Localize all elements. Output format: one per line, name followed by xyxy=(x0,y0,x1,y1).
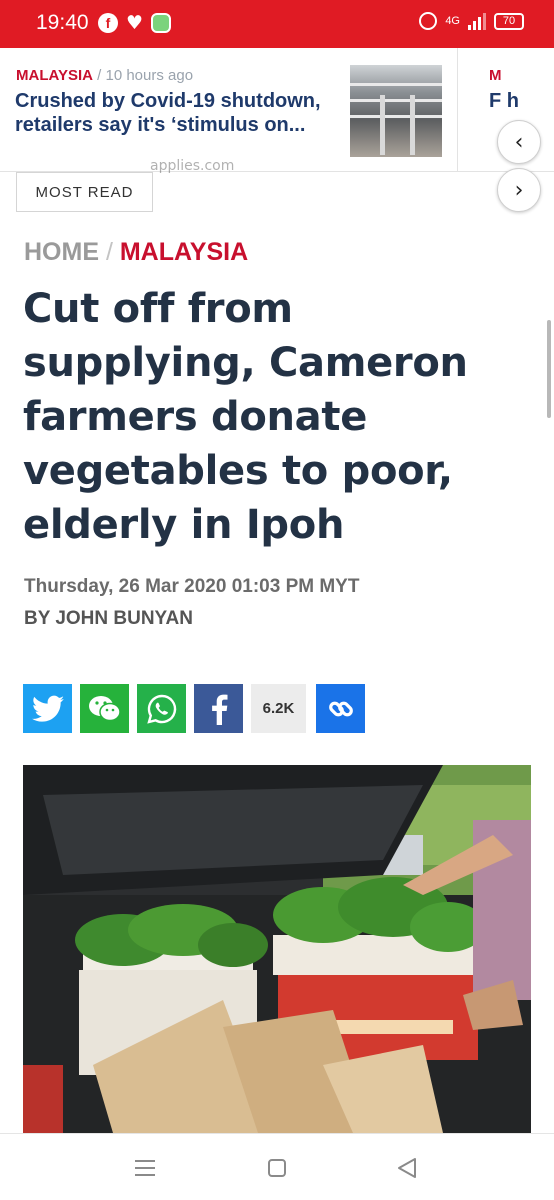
breadcrumb-separator: / xyxy=(105,238,113,266)
facebook-icon xyxy=(211,694,227,725)
wechat-icon xyxy=(88,695,121,721)
alarm-icon xyxy=(419,12,438,30)
article-date: Thursday, 26 Mar 2020 01:03 PM MYT xyxy=(24,576,360,597)
battery-level: 70 xyxy=(494,12,524,30)
message-app-icon xyxy=(151,13,172,33)
home-icon xyxy=(268,1159,286,1177)
scrollbar-thumb[interactable] xyxy=(547,320,551,418)
article-headline: Cut off from supplying, Cameron farmers … xyxy=(23,286,468,548)
whatsapp-icon xyxy=(146,694,176,724)
trending-meta: MALAYSIA / 10 hours ago xyxy=(16,67,193,84)
breadcrumb-category[interactable]: MALAYSIA xyxy=(120,238,248,266)
most-read-tab[interactable]: MOST READ xyxy=(16,172,153,212)
share-twitter-button[interactable] xyxy=(23,684,72,733)
menu-icon xyxy=(135,1160,155,1176)
back-button[interactable] xyxy=(392,1154,422,1182)
trending-next-category: M xyxy=(489,67,502,84)
chevron-left-icon: ‹ xyxy=(514,129,524,155)
system-status-icons: 4G 70 xyxy=(419,12,524,30)
article-byline: BY JOHN BUNYAN xyxy=(24,608,193,629)
recent-apps-button[interactable] xyxy=(130,1154,160,1182)
system-navigation-bar xyxy=(0,1133,554,1200)
trending-next-title: F h xyxy=(489,90,519,112)
vegetable-boxes-photo xyxy=(23,765,531,1133)
share-bar: 6.2K xyxy=(23,684,365,733)
trending-card[interactable]: MALAYSIA / 10 hours ago Crushed by Covid… xyxy=(0,48,458,172)
trending-separator: / xyxy=(97,67,102,84)
back-icon xyxy=(398,1158,416,1178)
notification-icons: f ♥ xyxy=(98,12,172,34)
trending-category[interactable]: MALAYSIA xyxy=(16,67,93,84)
trending-title[interactable]: Crushed by Covid-19 shutdown, retailers … xyxy=(15,89,340,137)
share-count: 6.2K xyxy=(251,684,306,733)
article-photo[interactable] xyxy=(23,765,531,1133)
trending-carousel: MALAYSIA / 10 hours ago Crushed by Covid… xyxy=(0,48,554,212)
trending-thumbnail[interactable] xyxy=(350,65,442,157)
share-wechat-button[interactable] xyxy=(80,684,129,733)
heart-icon: ♥ xyxy=(126,12,144,34)
home-button[interactable] xyxy=(262,1154,292,1182)
share-whatsapp-button[interactable] xyxy=(137,684,186,733)
breadcrumb: HOME / MALAYSIA xyxy=(24,238,248,267)
status-time: 19:40 xyxy=(36,11,89,34)
signal-icon xyxy=(468,12,486,30)
link-icon xyxy=(328,701,353,716)
share-facebook-button[interactable] xyxy=(194,684,243,733)
copy-link-button[interactable] xyxy=(316,684,365,733)
facebook-notification-icon: f xyxy=(98,13,118,33)
ticker-text: applies.com xyxy=(150,158,235,174)
twitter-icon xyxy=(31,695,64,722)
breadcrumb-home[interactable]: HOME xyxy=(24,238,99,266)
network-type: 4G xyxy=(445,15,460,27)
status-bar: 19:40 f ♥ 4G 70 xyxy=(0,0,554,48)
trending-time: 10 hours ago xyxy=(105,67,194,84)
